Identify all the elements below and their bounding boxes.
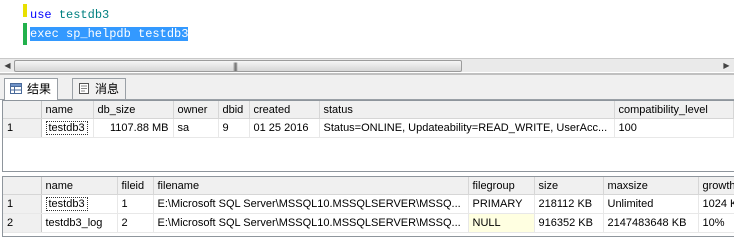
results-tab-bar: 结果 消息 [0,73,734,100]
cell-owner[interactable]: sa [173,118,219,138]
message-icon [79,83,89,94]
cell-compatibility-level[interactable]: 100 [614,118,734,138]
row-number[interactable]: 1 [3,194,42,214]
column-header-fileid[interactable]: fileid [117,177,154,195]
code-line-2[interactable]: exec sp_helpdb testdb3 [30,27,189,42]
cell-fileid[interactable]: 2 [117,213,154,233]
column-header-filename[interactable]: filename [153,177,469,195]
cell-name-text: testdb3 [45,197,88,211]
cell-filename[interactable]: E:\Microsoft SQL Server\MSSQL10.MSSQLSER… [153,194,469,214]
tab-results[interactable]: 结果 [4,78,59,100]
unsaved-change-marker [23,4,27,17]
result-grid-database-info[interactable]: name db_size owner dbid created status c… [2,100,734,172]
row-number-header [3,177,42,195]
cell-status[interactable]: Status=ONLINE, Updateability=READ_WRITE,… [319,118,615,138]
keyword-use: use [30,8,52,22]
row-number[interactable]: 2 [3,213,42,233]
cell-growth[interactable]: 1024 K [698,194,734,214]
cell-growth[interactable]: 10% [698,213,734,233]
tab-results-label: 结果 [27,82,52,96]
cell-name[interactable]: testdb3_log [41,213,118,233]
cell-size[interactable]: 916352 KB [534,213,604,233]
column-header-created[interactable]: created [249,101,320,119]
result-table-2: name fileid filename filegroup size maxs… [3,177,734,233]
column-header-size[interactable]: size [534,177,604,195]
cell-filename[interactable]: E:\Microsoft SQL Server\MSSQL10.MSSQLSER… [153,213,469,233]
selected-code: exec sp_helpdb testdb3 [30,27,189,41]
tab-messages[interactable]: 消息 [72,78,127,99]
cell-name[interactable]: testdb3 [41,194,118,214]
column-header-compatibility-level[interactable]: compatibility_level [614,101,734,119]
table-row[interactable]: 2 testdb3_log 2 E:\Microsoft SQL Server\… [3,213,734,233]
column-header-owner[interactable]: owner [173,101,219,119]
database-identifier: testdb3 [58,8,110,22]
column-header-filegroup[interactable]: filegroup [468,177,535,195]
cell-dbid[interactable]: 9 [218,118,250,138]
row-number-header [3,101,42,119]
cell-name[interactable]: testdb3 [41,118,94,138]
scroll-right-arrow-icon[interactable]: ▶ [721,60,732,71]
table-row[interactable]: 1 testdb3 1 E:\Microsoft SQL Server\MSSQ… [3,194,734,214]
cell-size[interactable]: 218112 KB [534,194,604,214]
result-table-1: name db_size owner dbid created status c… [3,101,734,138]
saved-change-marker [23,23,27,45]
cell-maxsize[interactable]: Unlimited [603,194,699,214]
cell-db-size[interactable]: 1107.88 MB [93,118,174,138]
column-header-name[interactable]: name [41,101,94,119]
cell-name-text: testdb3 [45,121,88,135]
scrollbar-thumb[interactable]: ||| [14,60,462,72]
column-header-db-size[interactable]: db_size [93,101,174,119]
table-row[interactable]: 1 testdb3 1107.88 MB sa 9 01 25 2016 Sta… [3,118,734,138]
scroll-left-arrow-icon[interactable]: ◀ [2,60,13,71]
cell-filegroup[interactable]: NULL [468,213,535,233]
cell-filegroup[interactable]: PRIMARY [468,194,535,214]
column-header-maxsize[interactable]: maxsize [603,177,699,195]
column-header-name[interactable]: name [41,177,118,195]
scrollbar-grip: ||| [233,61,238,71]
code-line-1[interactable]: use testdb3 [30,8,109,23]
cell-fileid[interactable]: 1 [117,194,154,214]
tab-messages-label: 消息 [95,82,120,96]
row-number[interactable]: 1 [3,118,42,138]
column-header-status[interactable]: status [319,101,615,119]
grid-icon [10,83,22,94]
result-grid-file-info[interactable]: name fileid filename filegroup size maxs… [2,176,734,237]
cell-maxsize[interactable]: 2147483648 KB [603,213,699,233]
editor-horizontal-scrollbar[interactable]: ◀ ||| ▶ [0,58,734,72]
cell-created[interactable]: 01 25 2016 [249,118,320,138]
table-header-row: name db_size owner dbid created status c… [3,101,734,119]
query-editor[interactable]: use testdb3 exec sp_helpdb testdb3 [0,0,734,58]
table-header-row: name fileid filename filegroup size maxs… [3,177,734,195]
column-header-growth[interactable]: growth [698,177,734,195]
editor-gutter [0,0,24,58]
column-header-dbid[interactable]: dbid [218,101,250,119]
